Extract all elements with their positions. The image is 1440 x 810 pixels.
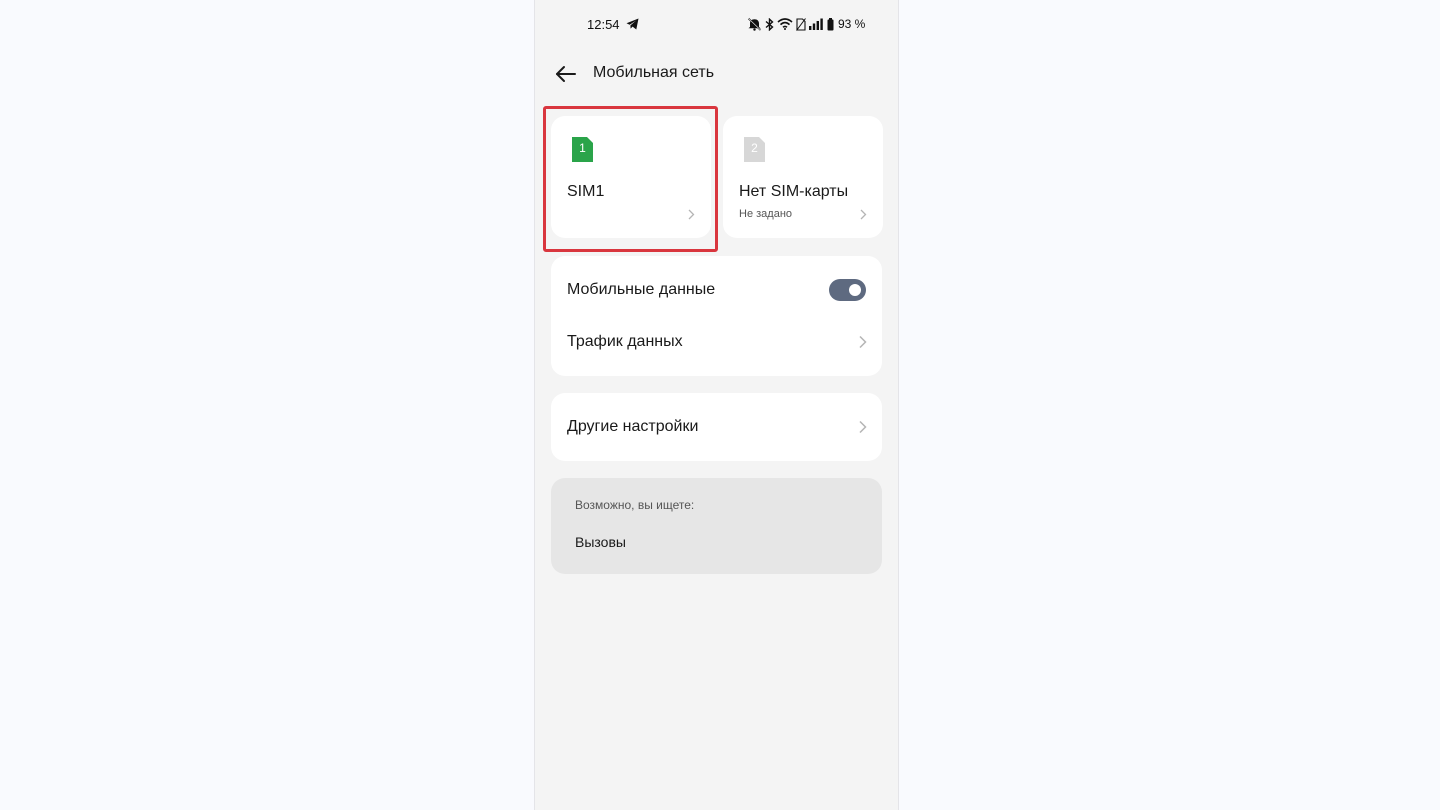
status-bar: 12:54 93 %: [535, 0, 900, 48]
status-icons: 93 %: [747, 16, 865, 32]
suggestion-calls-link[interactable]: Вызовы: [575, 534, 626, 550]
suggestions-caption: Возможно, вы ищете:: [575, 498, 695, 512]
telegram-icon: [626, 18, 639, 30]
sim1-card[interactable]: 1 SIM1: [551, 116, 711, 238]
traffic-label: Трафик данных: [567, 333, 683, 350]
chevron-right-icon: [859, 335, 867, 349]
page-title: Мобильная сеть: [593, 64, 715, 81]
wifi-icon: [777, 18, 793, 30]
mobile-data-card: Мобильные данные Трафик данных: [551, 256, 882, 376]
other-settings-label: Другие настройки: [567, 418, 699, 435]
status-time: 12:54: [587, 17, 620, 32]
chevron-right-icon: [860, 209, 867, 220]
battery-percent: 93 %: [838, 17, 866, 31]
toggle-knob: [849, 284, 861, 296]
sim2-icon: 2: [744, 137, 765, 162]
bluetooth-icon: [765, 17, 774, 31]
other-settings-row[interactable]: Другие настройки: [551, 401, 882, 453]
chevron-right-icon: [688, 209, 695, 220]
chevron-right-icon: [859, 420, 867, 434]
no-sim-icon: [796, 17, 806, 31]
other-settings-card: Другие настройки: [551, 393, 882, 461]
traffic-row[interactable]: Трафик данных: [551, 316, 882, 368]
sim2-name: Нет SIM-карты: [739, 183, 849, 200]
sim1-badge: 1: [579, 141, 586, 155]
mute-icon: [747, 17, 762, 31]
battery-icon: [827, 17, 834, 30]
phone-screen: 12:54 93 % Мобильная сеть 1 SIM1 2 Нет S…: [534, 0, 899, 810]
sim1-icon: 1: [572, 137, 593, 162]
mobile-data-toggle[interactable]: [829, 279, 866, 301]
suggestions-card: Возможно, вы ищете: Вызовы: [551, 478, 882, 574]
mobile-data-label: Мобильные данные: [567, 281, 716, 298]
app-bar: Мобильная сеть: [535, 50, 900, 98]
mobile-data-row[interactable]: Мобильные данные: [551, 264, 882, 316]
sim1-name: SIM1: [567, 183, 605, 200]
sim2-badge: 2: [751, 141, 758, 155]
arrow-left-icon[interactable]: [555, 63, 577, 85]
sim2-status: Не задано: [739, 208, 793, 220]
signal-icon: [809, 18, 823, 30]
sim2-card[interactable]: 2 Нет SIM-карты Не задано: [723, 116, 883, 238]
